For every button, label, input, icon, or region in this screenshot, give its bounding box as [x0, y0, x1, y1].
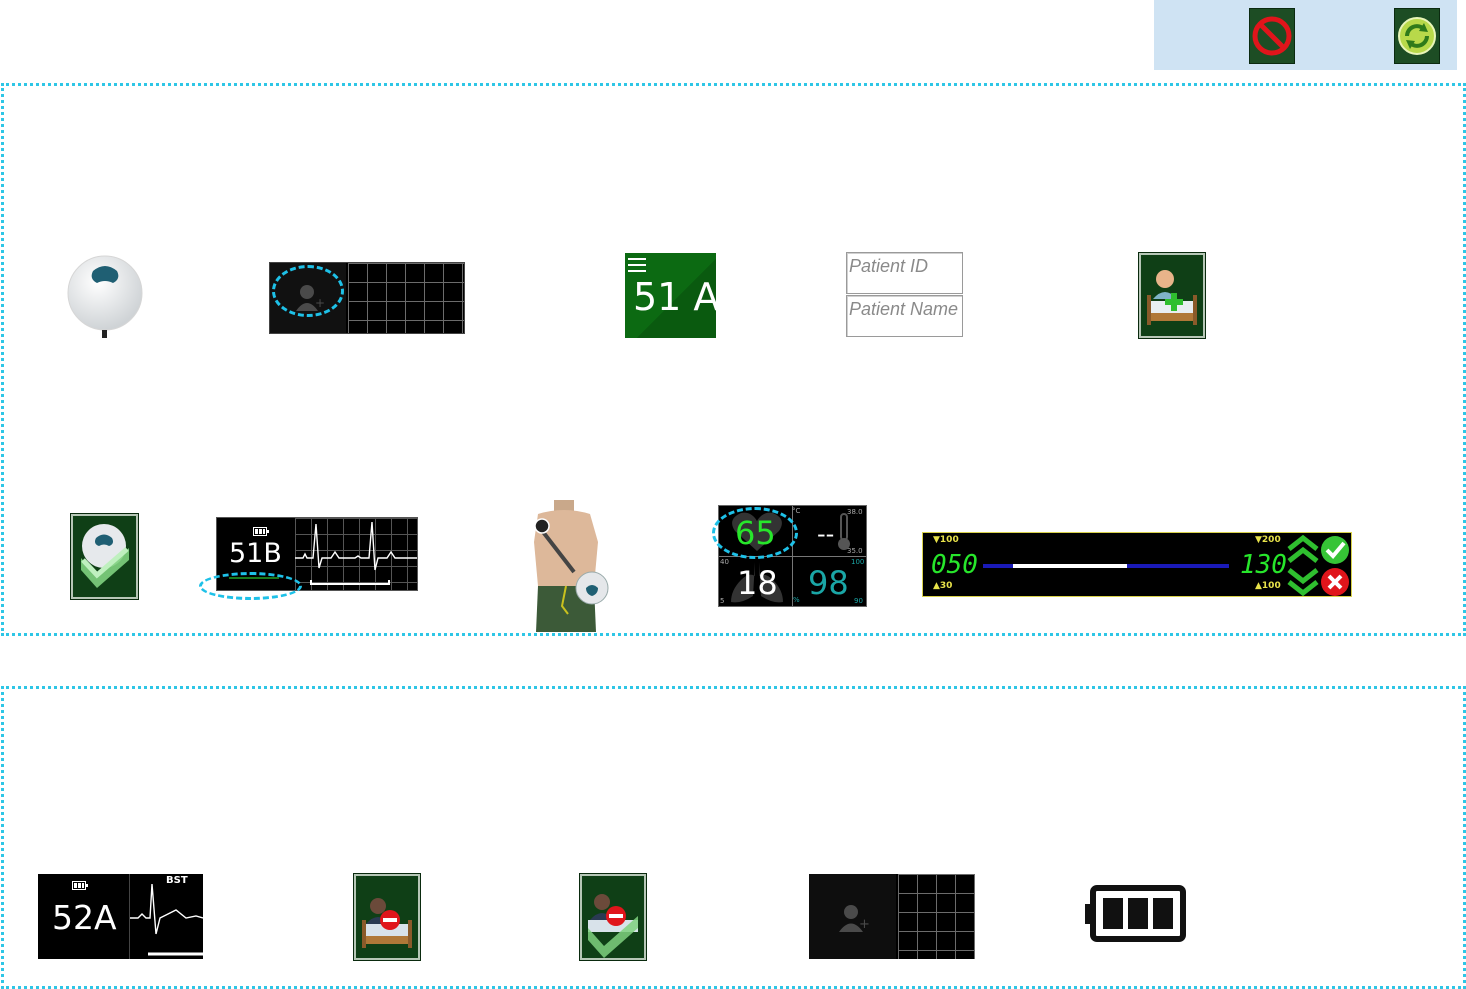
bed-tile-51a[interactable]: 51 A: [625, 253, 720, 338]
temp-unit: °C: [792, 507, 801, 515]
component-region-bottom: [1, 686, 1466, 989]
highlight-oval: [199, 572, 302, 600]
highlight-oval: [712, 507, 798, 559]
admit-patient-button[interactable]: [1139, 253, 1205, 338]
resp-high: 40: [720, 558, 729, 566]
no-entry-icon: [1252, 16, 1292, 56]
high-limit-bottom: ▲100: [1255, 581, 1281, 591]
spo2-unit: %: [793, 596, 800, 604]
temp-low: 35.0: [847, 547, 863, 555]
toolbar: [1154, 0, 1457, 70]
ecg-trace: [295, 521, 417, 585]
add-patient-area[interactable]: +: [809, 874, 896, 959]
torso-sensor-placement-icon: [534, 500, 609, 632]
refresh-button[interactable]: [1394, 8, 1440, 64]
double-chevron-up-icon[interactable]: [1287, 535, 1319, 565]
low-limit-top: ▼100: [933, 535, 959, 545]
add-patient-icon: +: [839, 905, 869, 932]
thermometer-icon: [838, 513, 850, 550]
torso-placement: [520, 500, 612, 632]
battery-icon: [253, 527, 269, 536]
spo2-high: 100: [851, 558, 865, 566]
high-limit-top: ▼200: [1255, 535, 1281, 545]
battery-full-icon: [1085, 885, 1186, 942]
patient-name-field[interactable]: Patient Name: [846, 295, 963, 337]
wearable-sensor-icon: [67, 255, 143, 338]
wearable-sensor[interactable]: [66, 253, 144, 339]
no-entry-button[interactable]: [1249, 8, 1295, 64]
patient-id-field[interactable]: Patient ID: [846, 252, 963, 294]
bed-tile-52a[interactable]: 52A BST: [38, 874, 203, 959]
add-patient-tile[interactable]: +: [809, 874, 975, 959]
discharge-confirm-icon: [588, 894, 638, 958]
admit-patient-bed-icon: [1147, 270, 1197, 325]
discharge-patient-icon: [362, 898, 412, 948]
discharge-patient-button[interactable]: [354, 874, 420, 960]
resp-rate-value: 18: [737, 564, 778, 602]
discharge-confirm-button[interactable]: [580, 874, 646, 960]
high-limit-value[interactable]: 130: [1240, 550, 1287, 580]
confirm-sensor-icon: [81, 524, 129, 588]
confirm-sensor-button[interactable]: [71, 514, 138, 599]
temperature-value: --: [817, 520, 835, 548]
check-circle-icon[interactable]: [1320, 535, 1351, 565]
hamburger-icon[interactable]: [628, 257, 648, 273]
ecg-trace: [130, 883, 203, 956]
spo2-value: 98: [808, 564, 849, 602]
battery-icon: [72, 881, 88, 890]
low-limit-bottom: ▲30: [933, 581, 953, 591]
limit-range-fill[interactable]: [1013, 564, 1127, 568]
add-patient-tile[interactable]: +: [269, 262, 465, 334]
alarm-limits-panel[interactable]: ▼100 050 ▲30 ▼200 130 ▲100: [922, 532, 1352, 597]
low-limit-value[interactable]: 050: [931, 550, 978, 580]
svg-text:+: +: [859, 917, 869, 932]
bed-number: 52A: [52, 898, 117, 937]
ecg-grid: [348, 263, 464, 333]
bed-number: 51 A: [633, 275, 720, 319]
ecg-panel: [295, 518, 417, 590]
ecg-grid: [898, 874, 975, 959]
spo2-low: 90: [854, 597, 863, 605]
bed-number: 51B: [229, 538, 282, 569]
battery-full: [1085, 884, 1189, 944]
resp-low: 5: [720, 597, 725, 605]
highlight-oval: [272, 265, 344, 317]
double-chevron-down-icon[interactable]: [1287, 566, 1319, 596]
refresh-icon: [1398, 17, 1436, 55]
x-circle-icon[interactable]: [1320, 567, 1351, 597]
